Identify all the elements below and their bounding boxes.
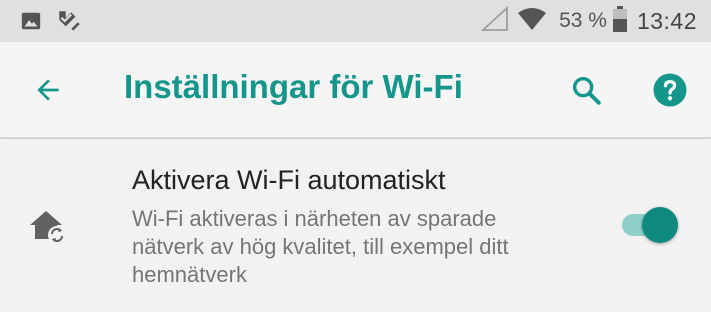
settings-list: Aktivera Wi-Fi automatiskt Wi-Fi aktiver… bbox=[0, 139, 711, 312]
arrow-back-icon bbox=[37, 79, 59, 101]
status-bar: 53 % 13:42 bbox=[0, 0, 711, 42]
search-button[interactable] bbox=[566, 70, 606, 110]
help-button[interactable] bbox=[650, 70, 690, 110]
help-icon bbox=[653, 73, 687, 107]
app-bar: Inställningar för Wi-Fi bbox=[0, 42, 711, 138]
setting-title: Aktivera Wi-Fi automatiskt bbox=[132, 165, 446, 195]
image-icon bbox=[20, 10, 42, 37]
notification-icons bbox=[20, 8, 82, 39]
back-button[interactable] bbox=[28, 70, 68, 110]
toggle-thumb bbox=[642, 207, 678, 243]
auto-wifi-setting[interactable]: Aktivera Wi-Fi automatiskt Wi-Fi aktiver… bbox=[0, 139, 711, 312]
setting-summary: Wi-Fi aktiveras i närheten av sparade nä… bbox=[132, 206, 509, 287]
page-title: Inställningar för Wi-Fi bbox=[124, 68, 463, 105]
system-icons: 53 % 13:42 bbox=[480, 0, 697, 42]
clock: 13:42 bbox=[636, 7, 697, 34]
check-notification-icon bbox=[56, 8, 82, 39]
battery-percent: 53 % bbox=[559, 9, 607, 32]
no-signal-icon bbox=[480, 5, 509, 37]
battery-icon bbox=[612, 5, 627, 37]
search-icon bbox=[572, 76, 601, 105]
home-sync-icon bbox=[28, 205, 68, 245]
wifi-icon bbox=[517, 7, 547, 36]
auto-wifi-toggle[interactable] bbox=[620, 205, 684, 245]
